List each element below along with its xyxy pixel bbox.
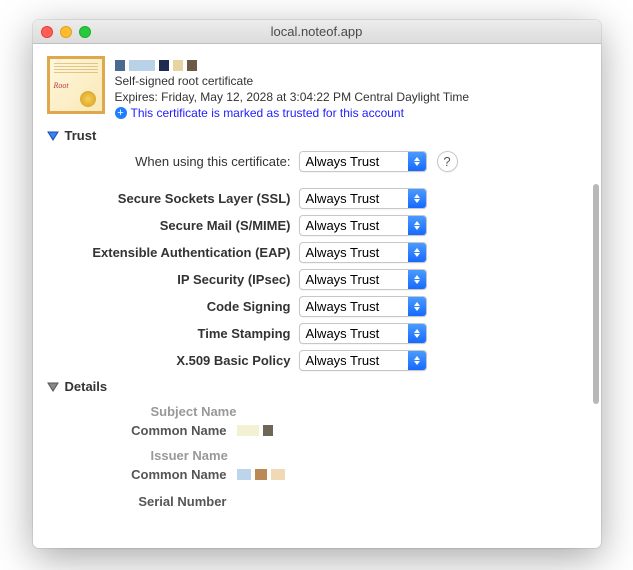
disclosure-triangle-icon [47,381,59,393]
subject-common-name-value [237,425,273,436]
details-settings: Subject Name Common Name Issuer Name Com… [47,404,587,509]
trust-row: Code SigningAlways Trust [67,296,587,317]
trust-row-value: Always Trust [300,297,408,316]
trusted-plus-icon: + [115,107,127,119]
window-controls [41,26,91,38]
trust-row-select[interactable]: Always Trust [299,188,427,209]
zoom-window-button[interactable] [79,26,91,38]
select-arrows-icon [408,351,426,370]
certificate-name [115,58,470,72]
trust-row-value: Always Trust [300,324,408,343]
disclosure-triangle-icon [47,130,59,142]
trust-row-label: Secure Sockets Layer (SSL) [67,191,299,206]
content-area: Root Self-signed root certificate Expire… [33,44,601,548]
trust-row-value: Always Trust [300,243,408,262]
certificate-expires: Expires: Friday, May 12, 2028 at 3:04:22… [115,90,470,104]
select-arrows-icon [408,270,426,289]
select-arrows-icon [408,189,426,208]
trust-row-select[interactable]: Always Trust [299,242,427,263]
titlebar: local.noteof.app [33,20,601,44]
trust-row: IP Security (IPsec)Always Trust [67,269,587,290]
help-button[interactable]: ? [437,151,458,172]
trust-row: Secure Sockets Layer (SSL)Always Trust [67,188,587,209]
subject-common-name-label: Common Name [69,423,237,438]
trust-section-label: Trust [65,128,97,143]
certificate-icon: Root [47,56,105,114]
details-section-header[interactable]: Details [47,379,587,394]
trust-row-value: Always Trust [300,216,408,235]
trust-row-select[interactable]: Always Trust [299,269,427,290]
minimize-window-button[interactable] [60,26,72,38]
issuer-common-name-label: Common Name [69,467,237,482]
window-title: local.noteof.app [33,24,601,39]
trust-row-value: Always Trust [300,270,408,289]
trust-row-select[interactable]: Always Trust [299,323,427,344]
trust-row: Extensible Authentication (EAP)Always Tr… [67,242,587,263]
trust-section-header[interactable]: Trust [47,128,587,143]
serial-number-label: Serial Number [69,494,237,509]
trust-row-label: Extensible Authentication (EAP) [67,245,299,260]
trust-row-select[interactable]: Always Trust [299,296,427,317]
trust-row-label: X.509 Basic Policy [67,353,299,368]
vertical-scrollbar[interactable] [593,184,599,404]
trust-row: X.509 Basic PolicyAlways Trust [67,350,587,371]
trust-row-select[interactable]: Always Trust [299,215,427,236]
issuer-common-name-value [237,469,285,480]
close-window-button[interactable] [41,26,53,38]
select-arrows-icon [408,324,426,343]
certificate-trust-status: + This certificate is marked as trusted … [115,106,470,120]
trust-main-value: Always Trust [300,152,408,171]
serial-number-row: Serial Number [69,494,587,509]
trust-row-select[interactable]: Always Trust [299,350,427,371]
trust-main-select[interactable]: Always Trust [299,151,427,172]
trust-row: Time StampingAlways Trust [67,323,587,344]
details-section-label: Details [65,379,108,394]
trust-main-label: When using this certificate: [67,154,299,169]
certificate-window: local.noteof.app Root Self-signed root c… [33,20,601,548]
trust-row-value: Always Trust [300,351,408,370]
select-arrows-icon [408,152,426,171]
issuer-name-heading: Issuer Name [151,448,587,463]
trust-row: Secure Mail (S/MIME)Always Trust [67,215,587,236]
trust-row-label: Secure Mail (S/MIME) [67,218,299,233]
select-arrows-icon [408,216,426,235]
trust-row-value: Always Trust [300,189,408,208]
trust-row-label: IP Security (IPsec) [67,272,299,287]
subject-name-heading: Subject Name [151,404,587,419]
subject-common-name-row: Common Name [69,423,587,438]
certificate-type: Self-signed root certificate [115,74,470,88]
issuer-common-name-row: Common Name [69,467,587,482]
certificate-summary: Self-signed root certificate Expires: Fr… [115,56,470,120]
trust-settings: When using this certificate: Always Trus… [47,151,587,371]
select-arrows-icon [408,297,426,316]
trust-row-label: Code Signing [67,299,299,314]
trust-main-row: When using this certificate: Always Trus… [67,151,587,172]
certificate-header: Root Self-signed root certificate Expire… [47,56,587,120]
trust-row-label: Time Stamping [67,326,299,341]
certificate-trust-status-text: This certificate is marked as trusted fo… [131,106,404,120]
select-arrows-icon [408,243,426,262]
